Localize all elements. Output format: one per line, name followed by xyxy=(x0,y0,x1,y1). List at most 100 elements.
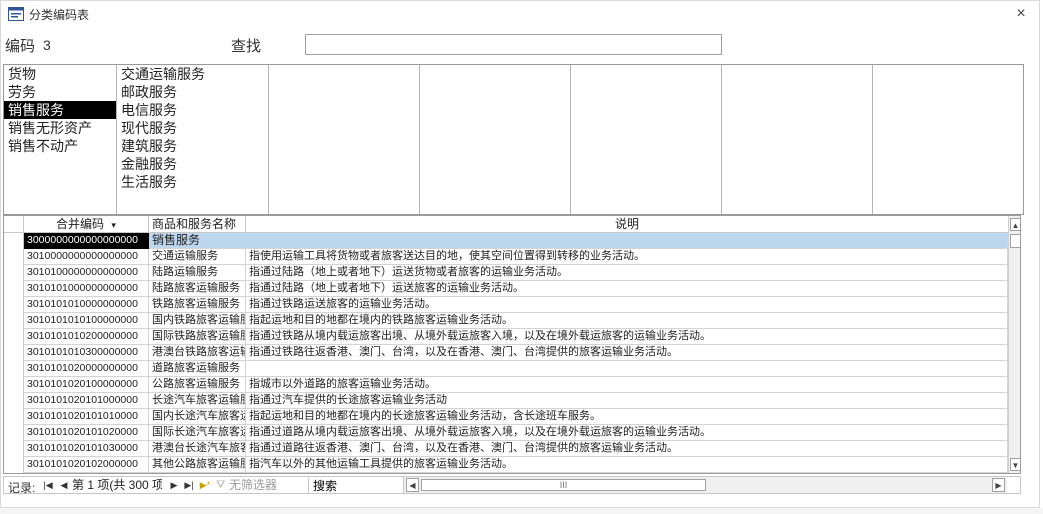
cell-name[interactable]: 公路旅客运输服务 xyxy=(149,377,246,393)
cell-desc[interactable]: 指汽车以外的其他运输工具提供的旅客运输业务活动。 xyxy=(246,457,1008,473)
category-item[interactable]: 金融服务 xyxy=(117,155,268,173)
horizontal-scrollbar[interactable]: ◀ III ▶ xyxy=(403,477,1007,493)
row-selector[interactable] xyxy=(4,233,24,249)
category-column-7[interactable] xyxy=(873,65,1023,214)
table-row[interactable]: 3010000000000000000 交通运输服务 指使用运输工具将货物或者旅客送… xyxy=(4,249,1008,265)
cell-desc[interactable]: 指通过道路往返香港、澳门、台湾，以及在香港、澳门、台湾提供的旅客运输业务活动。 xyxy=(246,441,1008,457)
cell-name[interactable]: 长途汽车旅客运输服务 xyxy=(149,393,246,409)
cell-name[interactable]: 陆路旅客运输服务 xyxy=(149,281,246,297)
cell-name[interactable]: 国内铁路旅客运输服务 xyxy=(149,313,246,329)
cell-desc[interactable]: 指通过铁路运送旅客的运输业务活动。 xyxy=(246,297,1008,313)
cell-desc[interactable]: 指通过陆路（地上或者地下）运送旅客的运输业务活动。 xyxy=(246,281,1008,297)
last-record-icon[interactable]: ▶| xyxy=(183,478,195,492)
new-record-icon[interactable]: ▶* xyxy=(199,478,211,492)
column-header-desc[interactable]: 说明 xyxy=(246,216,1008,233)
nav-search-input[interactable] xyxy=(308,478,380,493)
table-row[interactable]: 3010101020101000000长途汽车旅客运输服务指通过汽车提供的长途旅… xyxy=(4,393,1008,409)
table-row[interactable]: 3010101010000000000 铁路旅客运输服务 指通过铁路运送旅客的运输业… xyxy=(4,297,1008,313)
row-selector[interactable] xyxy=(4,313,24,329)
row-selector[interactable] xyxy=(4,361,24,377)
category-column-2[interactable]: 交通运输服务 邮政服务 电信服务 现代服务 建筑服务 金融服务 生活服务 xyxy=(117,65,269,214)
cell-code[interactable]: 3010101020101010000 xyxy=(24,409,149,425)
category-item[interactable]: 建筑服务 xyxy=(117,137,268,155)
cell-code[interactable]: 3010101020100000000 xyxy=(24,377,149,393)
cell-desc[interactable]: 指通过铁路往返香港、澳门、台湾，以及在香港、澳门、台湾提供的旅客运输业务活动。 xyxy=(246,345,1008,361)
row-selector[interactable] xyxy=(4,409,24,425)
cell-desc[interactable] xyxy=(246,361,1008,377)
cell-name[interactable]: 其他公路旅客运输服务 xyxy=(149,457,246,473)
scroll-thumb[interactable] xyxy=(1010,234,1020,248)
vertical-scrollbar[interactable]: ▲ ▼ xyxy=(1008,216,1020,473)
row-selector[interactable] xyxy=(4,393,24,409)
cell-name[interactable]: 铁路旅客运输服务 xyxy=(149,297,246,313)
category-item[interactable]: 销售不动产 xyxy=(4,137,116,155)
category-item[interactable]: 电信服务 xyxy=(117,101,268,119)
row-selector[interactable] xyxy=(4,297,24,313)
row-selector[interactable] xyxy=(4,281,24,297)
cell-code[interactable]: 3010101010100000000 xyxy=(24,313,149,329)
category-item-selected[interactable]: 销售服务 xyxy=(4,101,116,119)
row-selector[interactable] xyxy=(4,329,24,345)
category-item[interactable]: 货物 xyxy=(4,65,116,83)
cell-name[interactable]: 道路旅客运输服务 xyxy=(149,361,246,377)
table-row[interactable]: 3010101020000000000 道路旅客运输服务 xyxy=(4,361,1008,377)
cell-code[interactable]: 3000000000000000000 xyxy=(24,233,149,249)
category-item[interactable]: 交通运输服务 xyxy=(117,65,268,83)
category-column-4[interactable] xyxy=(420,65,571,214)
cell-code[interactable]: 3010101010300000000 xyxy=(24,345,149,361)
cell-desc[interactable]: 指通过陆路（地上或者地下）运送货物或者旅客的运输业务活动。 xyxy=(246,265,1008,281)
cell-desc[interactable] xyxy=(246,233,1008,249)
table-row[interactable]: 3010101020102000000其他公路旅客运输服务指汽车以外的其他运输工… xyxy=(4,457,1008,473)
category-item[interactable]: 邮政服务 xyxy=(117,83,268,101)
table-row[interactable]: 3010101010100000000国内铁路旅客运输服务指起运地和目的地都在境… xyxy=(4,313,1008,329)
row-selector[interactable] xyxy=(4,457,24,473)
table-row[interactable]: 3010101010300000000港澳台铁路旅客运输服务指通过铁路往返香港、… xyxy=(4,345,1008,361)
cell-name[interactable]: 销售服务 xyxy=(149,233,246,249)
scroll-right-icon[interactable]: ▶ xyxy=(992,478,1005,492)
category-item[interactable]: 现代服务 xyxy=(117,119,268,137)
row-selector[interactable] xyxy=(4,249,24,265)
column-header-name[interactable]: 商品和服务名称 xyxy=(149,216,246,233)
cell-name[interactable]: 交通运输服务 xyxy=(149,249,246,265)
cell-desc[interactable]: 指城市以外道路的旅客运输业务活动。 xyxy=(246,377,1008,393)
dropdown-arrow-icon[interactable]: ▾ xyxy=(111,220,116,230)
row-selector[interactable] xyxy=(4,265,24,281)
scroll-up-icon[interactable]: ▲ xyxy=(1010,218,1020,231)
cell-code[interactable]: 3010101000000000000 xyxy=(24,281,149,297)
cell-code[interactable]: 3010101020101000000 xyxy=(24,393,149,409)
cell-code[interactable]: 3010101020000000000 xyxy=(24,361,149,377)
category-item[interactable]: 销售无形资产 xyxy=(4,119,116,137)
select-all-corner[interactable] xyxy=(4,216,24,233)
category-column-3[interactable] xyxy=(269,65,420,214)
table-row[interactable]: 3010101020101020000国际长途汽车旅客运输服务指通过道路从境内载… xyxy=(4,425,1008,441)
cell-code[interactable]: 3010101020101020000 xyxy=(24,425,149,441)
cell-name[interactable]: 国内长途汽车旅客运输服务 xyxy=(149,409,246,425)
row-selector[interactable] xyxy=(4,425,24,441)
no-filter-button[interactable]: 无筛选器 xyxy=(229,478,277,493)
table-row[interactable]: 3010101000000000000 陆路旅客运输服务 指通过陆路（地上或者地下）… xyxy=(4,281,1008,297)
current-record-box[interactable]: 第 1 项(共 300 项) xyxy=(72,478,162,493)
cell-code[interactable]: 3010101010000000000 xyxy=(24,297,149,313)
cell-name[interactable]: 港澳台长途汽车旅客运输服务 xyxy=(149,441,246,457)
cell-desc[interactable]: 指使用运输工具将货物或者旅客送达目的地，使其空间位置得到转移的业务活动。 xyxy=(246,249,1008,265)
category-item[interactable]: 生活服务 xyxy=(117,173,268,191)
first-record-icon[interactable]: |◀ xyxy=(42,478,54,492)
search-input[interactable] xyxy=(305,34,722,55)
cell-code[interactable]: 3010101010200000000 xyxy=(24,329,149,345)
horizontal-scroll-thumb[interactable]: III xyxy=(421,479,706,491)
table-row[interactable]: 3010101020101030000港澳台长途汽车旅客运输服务指通过道路往返香… xyxy=(4,441,1008,457)
cell-desc[interactable]: 指通过道路从境内载运旅客出境、从境外载运旅客入境，以及在境外载运旅客的运输业务活… xyxy=(246,425,1008,441)
cell-desc[interactable]: 指起运地和目的地都在境内的铁路旅客运输业务活动。 xyxy=(246,313,1008,329)
previous-record-icon[interactable]: ◀ xyxy=(58,478,70,492)
cell-name[interactable]: 陆路运输服务 xyxy=(149,265,246,281)
cell-desc[interactable]: 指起运地和目的地都在境内的长途旅客运输业务活动，含长途班车服务。 xyxy=(246,409,1008,425)
next-record-icon[interactable]: ▶ xyxy=(168,478,180,492)
category-column-5[interactable] xyxy=(571,65,722,214)
close-button[interactable]: × xyxy=(1011,4,1031,24)
table-row[interactable]: 3010101020100000000 公路旅客运输服务 指城市以外道路的旅客运输业… xyxy=(4,377,1008,393)
table-row[interactable]: 3000000000000000000 销售服务 xyxy=(4,233,1008,249)
cell-desc[interactable]: 指通过铁路从境内载运旅客出境、从境外载运旅客入境，以及在境外载运旅客的运输业务活… xyxy=(246,329,1008,345)
row-selector[interactable] xyxy=(4,441,24,457)
row-selector[interactable] xyxy=(4,377,24,393)
cell-name[interactable]: 港澳台铁路旅客运输服务 xyxy=(149,345,246,361)
